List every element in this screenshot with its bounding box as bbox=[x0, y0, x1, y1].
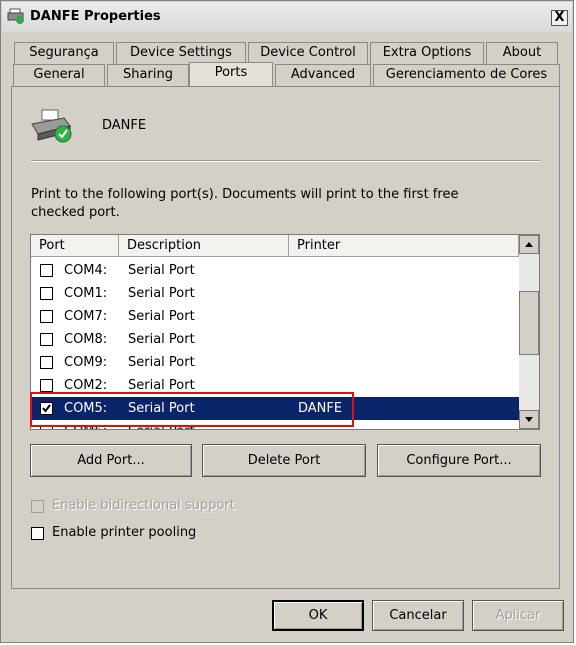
window-title: DANFE Properties bbox=[30, 9, 161, 24]
ok-button[interactable]: OK bbox=[272, 600, 364, 631]
pooling-label[interactable]: Enable printer pooling bbox=[52, 525, 196, 540]
tab-advanced[interactable]: Advanced bbox=[275, 64, 371, 86]
scrollbar-thumb[interactable] bbox=[519, 291, 539, 355]
close-button[interactable]: X bbox=[551, 10, 568, 26]
ports-description: Print to the following port(s). Document… bbox=[31, 187, 459, 220]
port-description: Serial Port bbox=[128, 332, 195, 347]
tab-extra-options[interactable]: Extra Options bbox=[370, 42, 484, 64]
bidirectional-checkbox bbox=[31, 500, 44, 513]
add-port-button[interactable]: Add Port... bbox=[30, 444, 192, 477]
tab-device-settings[interactable]: Device Settings bbox=[116, 42, 246, 64]
port-row[interactable]: COM7: Serial Port bbox=[31, 305, 519, 328]
scroll-down-button[interactable] bbox=[519, 410, 539, 429]
port-name: COM9: bbox=[64, 355, 108, 370]
bidirectional-label: Enable bidirectional support bbox=[52, 498, 235, 513]
tab-device-control[interactable]: Device Control bbox=[248, 42, 368, 64]
scroll-up-button[interactable] bbox=[519, 235, 539, 254]
printer-title-icon bbox=[7, 8, 25, 24]
pooling-checkbox[interactable] bbox=[31, 527, 44, 540]
column-header-description[interactable]: Description bbox=[119, 235, 289, 257]
annotation-highlight-box bbox=[30, 392, 354, 427]
tab-ports[interactable]: Ports bbox=[189, 62, 273, 86]
port-checkbox[interactable] bbox=[40, 310, 53, 323]
printer-icon bbox=[30, 108, 74, 144]
tab-gerenciamento-de-cores[interactable]: Gerenciamento de Cores bbox=[373, 64, 560, 86]
port-checkbox[interactable] bbox=[40, 333, 53, 346]
port-row[interactable]: COM1: Serial Port bbox=[31, 282, 519, 305]
port-name: COM4: bbox=[64, 263, 108, 278]
title-bar[interactable]: DANFE Properties X bbox=[2, 2, 572, 32]
cancel-button[interactable]: Cancelar bbox=[372, 600, 464, 631]
configure-port-button[interactable]: Configure Port... bbox=[377, 444, 541, 477]
arrow-up-icon bbox=[525, 242, 533, 247]
port-checkbox[interactable] bbox=[40, 264, 53, 277]
port-row[interactable]: COM8: Serial Port bbox=[31, 328, 519, 351]
port-description: Serial Port bbox=[128, 355, 195, 370]
port-checkbox[interactable] bbox=[40, 287, 53, 300]
tab-seguranca[interactable]: Segurança bbox=[14, 42, 114, 64]
port-description: Serial Port bbox=[128, 309, 195, 324]
port-row[interactable]: COM4: Serial Port bbox=[31, 259, 519, 282]
port-name: COM7: bbox=[64, 309, 108, 324]
printer-name: DANFE bbox=[102, 118, 147, 133]
tab-about[interactable]: About bbox=[486, 42, 558, 64]
tab-sharing[interactable]: Sharing bbox=[107, 64, 189, 86]
port-name: COM1: bbox=[64, 286, 108, 301]
port-row[interactable]: COM9: Serial Port bbox=[31, 351, 519, 374]
port-description: Serial Port bbox=[128, 286, 195, 301]
vertical-scrollbar[interactable] bbox=[519, 235, 539, 429]
port-checkbox[interactable] bbox=[40, 356, 53, 369]
header-divider bbox=[31, 160, 540, 162]
port-description: Serial Port bbox=[128, 263, 195, 278]
column-header-port[interactable]: Port bbox=[31, 235, 119, 257]
port-name: COM8: bbox=[64, 332, 108, 347]
tab-general[interactable]: General bbox=[13, 64, 105, 86]
delete-port-button[interactable]: Delete Port bbox=[202, 444, 366, 477]
apply-button: Aplicar bbox=[472, 600, 564, 631]
arrow-down-icon bbox=[525, 417, 533, 422]
port-checkbox[interactable] bbox=[40, 379, 53, 392]
column-header-printer[interactable]: Printer bbox=[289, 235, 519, 257]
